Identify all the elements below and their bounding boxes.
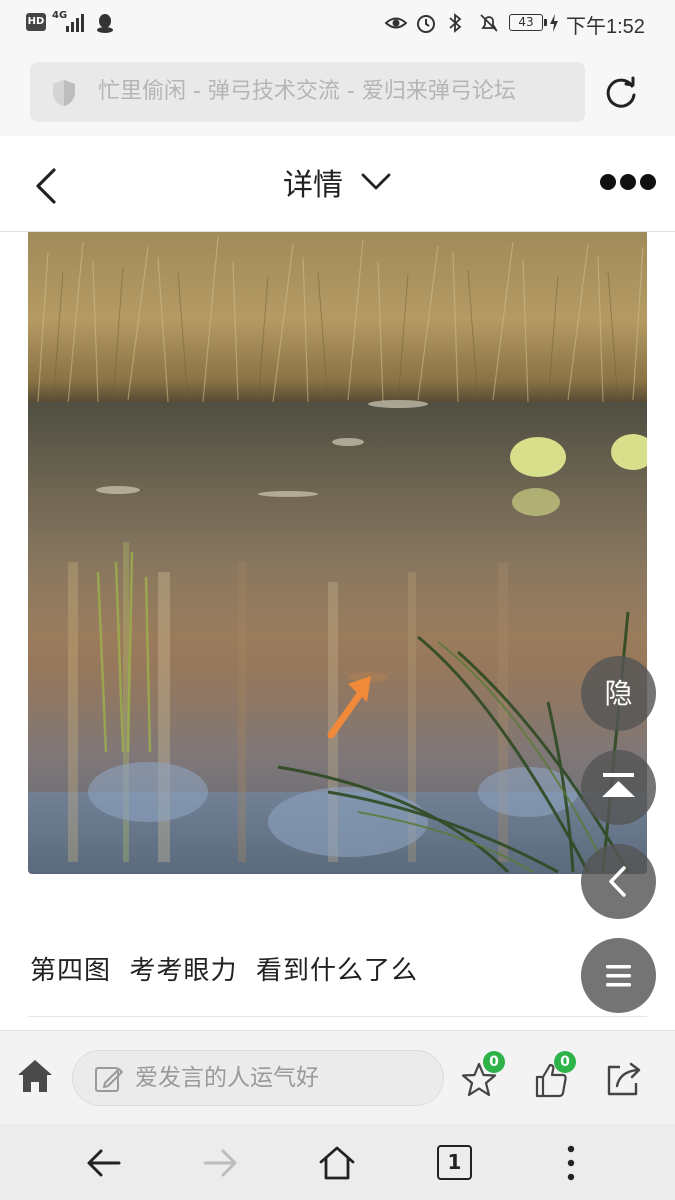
- charging-icon: [550, 14, 558, 32]
- browser-nav-bar: 1: [0, 1124, 675, 1200]
- url-field[interactable]: 忙里偷闲 - 弹弓技术交流 - 爱归来弹弓论坛: [30, 62, 585, 122]
- page-title[interactable]: 详情: [283, 160, 343, 204]
- share-icon[interactable]: [604, 1059, 644, 1099]
- favorite-count-badge: 0: [483, 1051, 505, 1073]
- hamburger-icon: [606, 965, 631, 987]
- clock-time: 下午1:52: [566, 16, 645, 38]
- menu-dots-icon[interactable]: [550, 1142, 592, 1184]
- home-outline-icon[interactable]: [316, 1142, 358, 1184]
- hide-button[interactable]: 隐: [581, 656, 656, 731]
- back-floating-button[interactable]: [581, 844, 656, 919]
- alarm-icon: [417, 15, 435, 33]
- hd-badge: HD: [26, 13, 46, 31]
- like-count-badge: 0: [554, 1051, 576, 1073]
- eye-icon: [385, 17, 407, 29]
- comment-input[interactable]: 爱发言的人运气好: [72, 1050, 444, 1106]
- browser-address-bar: 忙里偷闲 - 弹弓技术交流 - 爱归来弹弓论坛: [0, 48, 675, 136]
- more-options-button[interactable]: [600, 174, 656, 192]
- pond-reeds-image: [28, 232, 647, 874]
- scroll-top-icon: [602, 773, 635, 797]
- battery-icon: 43: [509, 14, 547, 31]
- back-arrow-icon[interactable]: [83, 1142, 125, 1184]
- scroll-to-top-button[interactable]: [581, 750, 656, 825]
- tab-count: 1: [447, 1150, 462, 1174]
- shield-icon: [53, 80, 75, 106]
- chevron-down-icon[interactable]: [360, 170, 392, 194]
- qq-icon: [97, 14, 113, 33]
- status-bar: HD 4G 43 下午1:52: [0, 0, 675, 48]
- tabs-button[interactable]: 1: [437, 1145, 472, 1180]
- menu-floating-button[interactable]: [581, 938, 656, 1013]
- forward-arrow-icon[interactable]: [199, 1142, 241, 1184]
- hide-button-label: 隐: [604, 677, 633, 710]
- post-caption: 第四图 考考眼力 看到什么了么: [30, 956, 419, 986]
- url-text: 忙里偷闲 - 弹弓技术交流 - 爱归来弹弓论坛: [98, 79, 516, 104]
- chevron-left-icon: [609, 866, 626, 897]
- signal-strength-icon: [66, 12, 88, 32]
- network-label: 4G: [52, 10, 68, 21]
- post-action-bar: 爱发言的人运气好 0 0: [0, 1030, 675, 1124]
- divider: [28, 1016, 647, 1017]
- back-button[interactable]: [30, 166, 64, 206]
- bluetooth-icon: [449, 13, 462, 33]
- mute-bell-icon: [480, 14, 498, 32]
- edit-icon: [95, 1067, 123, 1092]
- home-icon[interactable]: [14, 1055, 56, 1097]
- post-photo: [28, 232, 647, 874]
- page-header: 详情: [0, 136, 675, 232]
- reload-icon[interactable]: [602, 74, 640, 112]
- comment-placeholder: 爱发言的人运气好: [135, 1065, 319, 1091]
